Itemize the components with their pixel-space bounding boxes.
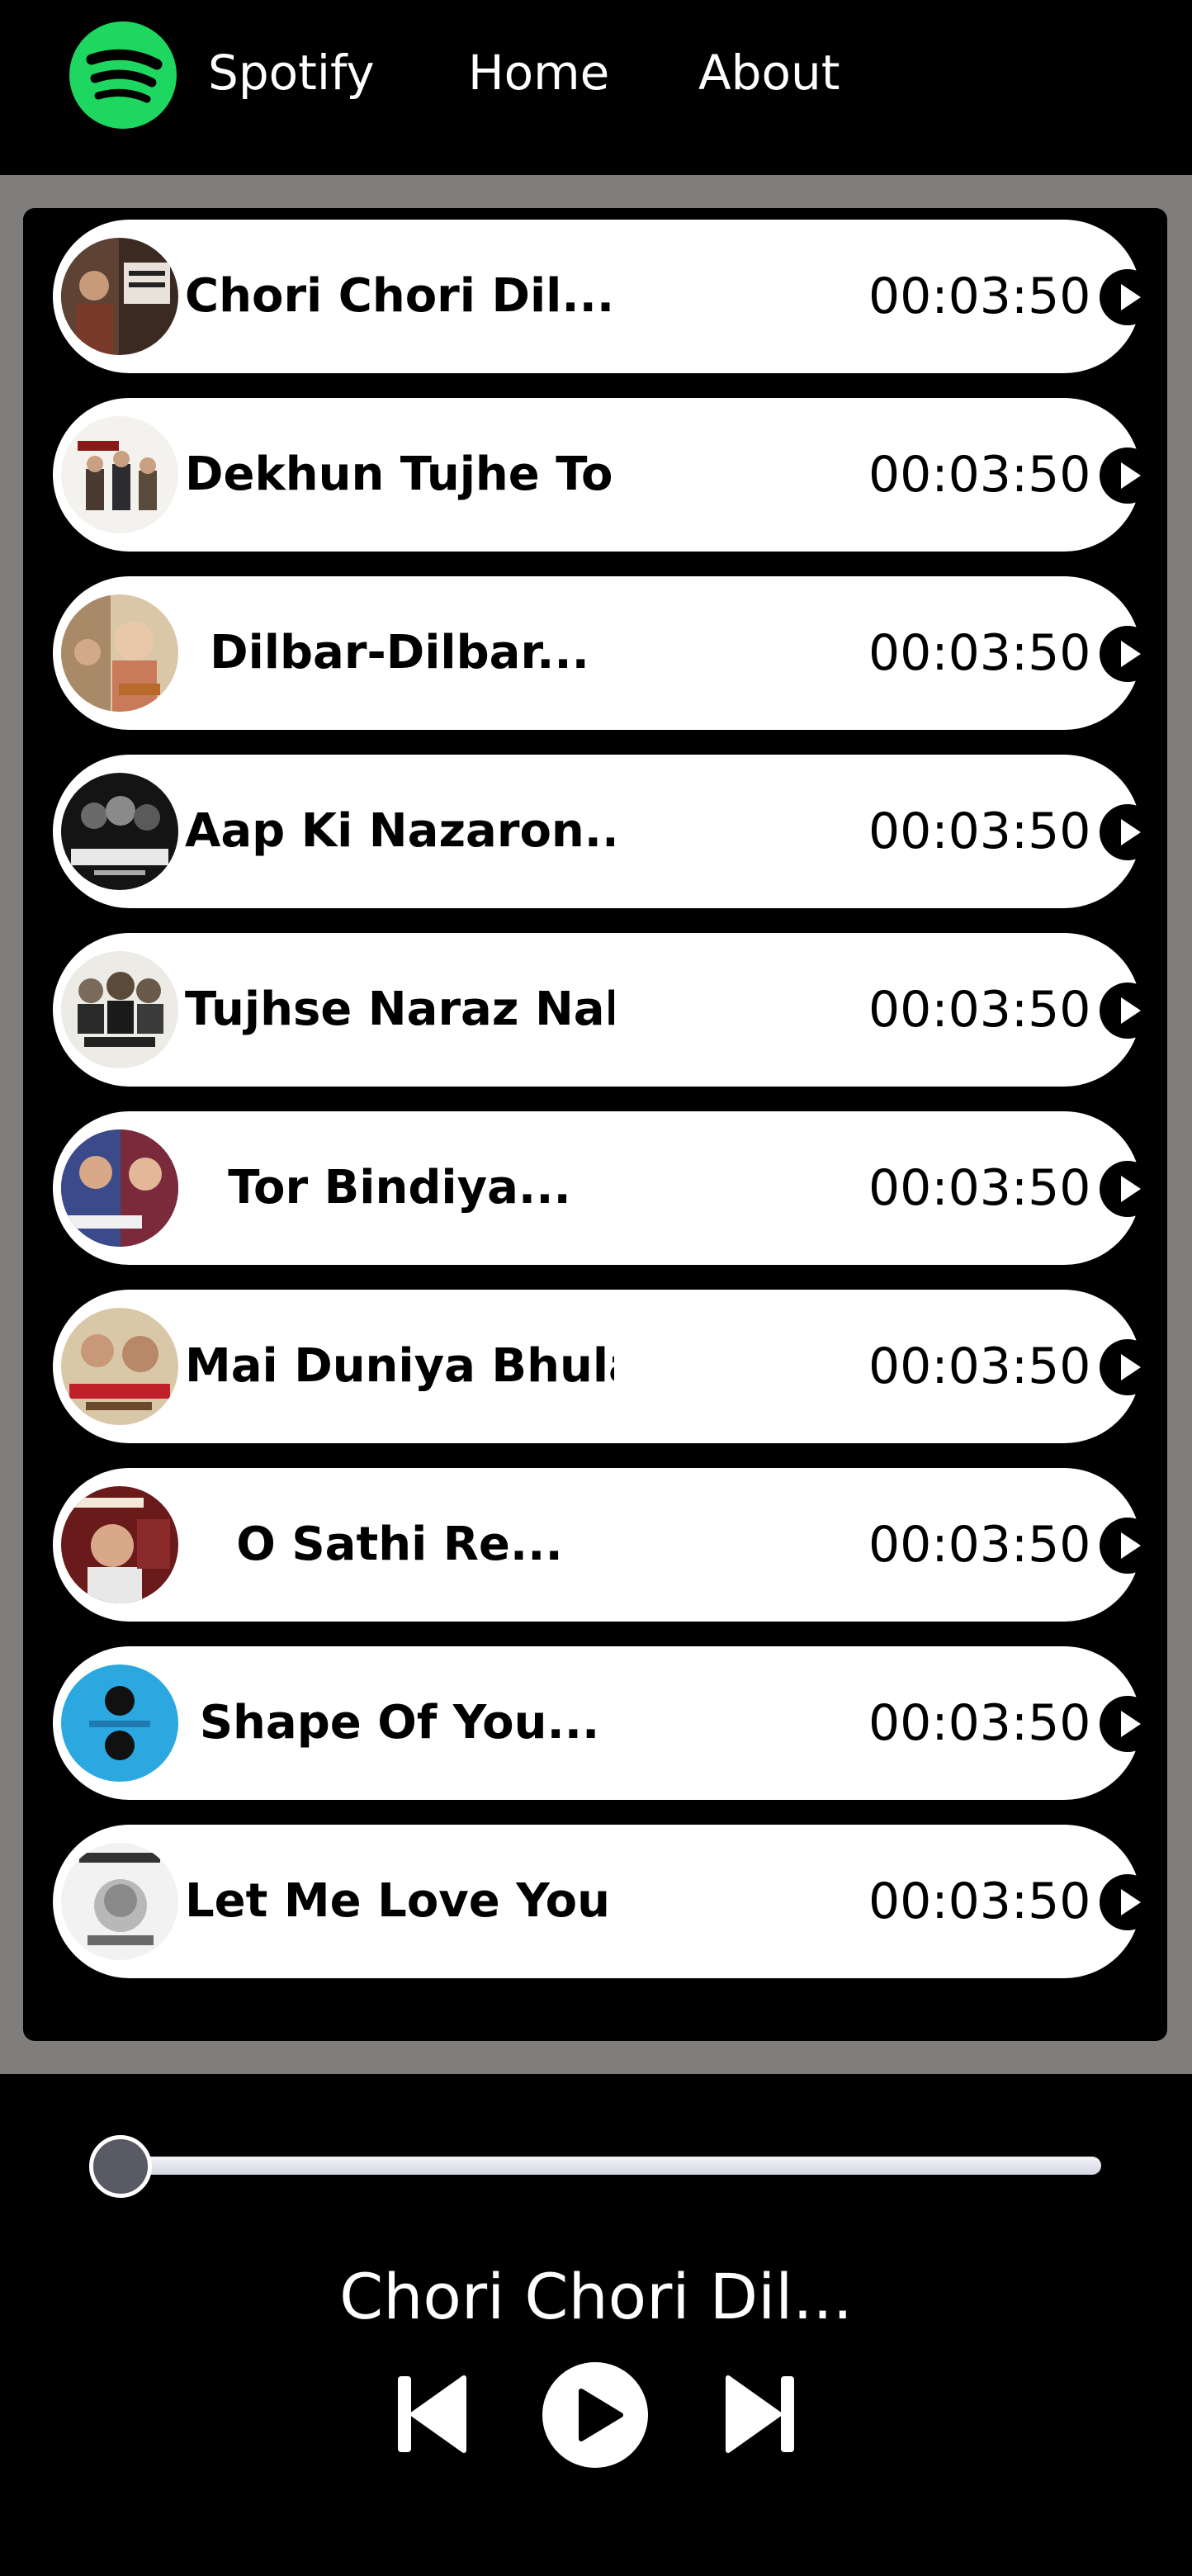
album-cover-icon xyxy=(61,594,178,712)
progress-slider[interactable] xyxy=(104,2157,1101,2175)
song-duration: 00:03:50 xyxy=(868,1159,1091,1217)
brand-link[interactable]: Spotify xyxy=(208,43,375,102)
album-cover-icon xyxy=(61,238,178,355)
play-icon[interactable] xyxy=(542,2361,649,2469)
nav-about-link[interactable]: About xyxy=(698,43,840,102)
song-title: Let Me Love You... xyxy=(185,1874,614,1928)
song-title: Tujhse Naraz Nahi... xyxy=(185,983,614,1036)
progress-thumb[interactable] xyxy=(89,2135,152,2198)
album-cover-icon xyxy=(61,951,178,1068)
song-title: Tor Bindiya... xyxy=(228,1161,571,1215)
song-item[interactable]: Aap Ki Nazaron... 00:03:50 xyxy=(53,755,1156,908)
song-duration: 00:03:50 xyxy=(868,1516,1091,1574)
song-title: Dekhun Tujhe Toh... xyxy=(185,447,614,501)
album-cover-icon xyxy=(61,773,178,890)
song-duration: 00:03:50 xyxy=(868,1338,1091,1395)
song-duration: 00:03:50 xyxy=(868,803,1091,860)
song-duration: 00:03:50 xyxy=(868,1873,1091,1930)
album-cover-icon xyxy=(61,1664,178,1782)
top-navbar: Spotify Home About xyxy=(0,0,1192,175)
song-item[interactable]: Dekhun Tujhe Toh... 00:03:50 xyxy=(53,398,1156,552)
song-item[interactable]: Tujhse Naraz Nahi... 00:03:50 xyxy=(53,933,1156,1087)
song-item[interactable]: Let Me Love You... 00:03:50 xyxy=(53,1825,1156,1978)
player-bar: Chori Chori Dil... xyxy=(0,2074,1192,2576)
play-icon[interactable] xyxy=(1100,804,1156,860)
song-title: Shape Of You... xyxy=(199,1696,600,1750)
song-item[interactable]: Dilbar-Dilbar... 00:03:50 xyxy=(53,576,1156,730)
song-list-container: Chori Chori Dil... 00:03:50 Dekhun Tujhe… xyxy=(0,175,1192,2074)
album-cover-icon xyxy=(61,416,178,533)
play-icon[interactable] xyxy=(1100,1874,1156,1930)
song-item[interactable]: O Sathi Re... 00:03:50 xyxy=(53,1468,1156,1622)
play-icon[interactable] xyxy=(1100,626,1156,682)
spotify-logo-icon[interactable] xyxy=(69,21,177,129)
play-icon[interactable] xyxy=(1100,447,1156,504)
album-cover-icon xyxy=(61,1129,178,1247)
song-title: O Sathi Re... xyxy=(236,1518,563,1571)
song-title: Mai Duniya Bhula... xyxy=(185,1339,614,1393)
play-icon[interactable] xyxy=(1100,1518,1156,1574)
play-icon[interactable] xyxy=(1100,1161,1156,1217)
album-cover-icon xyxy=(61,1486,178,1603)
album-cover-icon xyxy=(61,1843,178,1960)
song-title: Chori Chori Dil... xyxy=(185,269,614,323)
play-icon[interactable] xyxy=(1100,983,1156,1039)
song-item[interactable]: Chori Chori Dil... 00:03:50 xyxy=(53,220,1156,373)
spotify-page: Spotify Home About Chori Chori Dil... 00… xyxy=(0,0,1192,2576)
play-icon[interactable] xyxy=(1100,269,1156,325)
song-item[interactable]: Tor Bindiya... 00:03:50 xyxy=(53,1111,1156,1265)
play-icon[interactable] xyxy=(1100,1696,1156,1752)
song-duration: 00:03:50 xyxy=(868,624,1091,682)
nav-home-link[interactable]: Home xyxy=(468,43,609,102)
now-playing-title: Chori Chori Dil... xyxy=(339,2260,853,2333)
album-cover-icon xyxy=(61,1308,178,1425)
song-duration: 00:03:50 xyxy=(868,446,1091,504)
previous-icon[interactable] xyxy=(395,2373,467,2455)
song-duration: 00:03:50 xyxy=(868,981,1091,1039)
song-duration: 00:03:50 xyxy=(868,268,1091,325)
song-item[interactable]: Shape Of You... 00:03:50 xyxy=(53,1646,1156,1800)
song-duration: 00:03:50 xyxy=(868,1694,1091,1752)
song-item[interactable]: Mai Duniya Bhula... 00:03:50 xyxy=(53,1290,1156,1443)
song-list-panel: Chori Chori Dil... 00:03:50 Dekhun Tujhe… xyxy=(23,208,1167,2041)
next-icon[interactable] xyxy=(725,2373,797,2455)
song-title: Aap Ki Nazaron... xyxy=(185,804,614,858)
song-title: Dilbar-Dilbar... xyxy=(210,626,589,680)
play-icon[interactable] xyxy=(1100,1339,1156,1395)
